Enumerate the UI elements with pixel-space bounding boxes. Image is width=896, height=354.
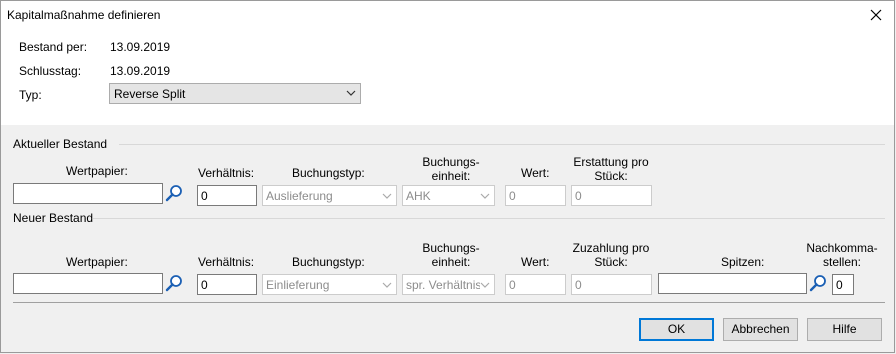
buchungstyp-label: Buchungstyp: bbox=[292, 255, 365, 269]
wert-input-value: 0 bbox=[509, 189, 516, 203]
title-bar: Kapitalmaßnahme definieren bbox=[1, 1, 894, 30]
wert-input[interactable]: 0 bbox=[505, 274, 566, 295]
buchungstyp-label: Buchungstyp: bbox=[292, 166, 365, 180]
nachkommastellen-label-line2: stellen: bbox=[822, 255, 862, 269]
wertpapier-input[interactable] bbox=[13, 273, 163, 294]
wertpapier-label: Wertpapier: bbox=[66, 164, 128, 178]
zuzahlung-input-value: 0 bbox=[575, 278, 582, 292]
wert-input-value: 0 bbox=[509, 278, 516, 292]
buchungseinheit-label-line2: einheit: bbox=[431, 169, 471, 183]
chevron-down-icon bbox=[480, 193, 490, 199]
section-divider bbox=[93, 218, 885, 219]
buchungstyp-select-value: Auslieferung bbox=[266, 189, 333, 203]
buchungseinheit-select-value: AHK bbox=[406, 189, 431, 203]
wert-label: Wert: bbox=[521, 166, 550, 180]
bestand-per-label: Bestand per: bbox=[19, 40, 88, 54]
verhaeltnis-input-value: 0 bbox=[201, 278, 208, 292]
typ-select-value: Reverse Split bbox=[114, 87, 186, 101]
chevron-down-icon bbox=[382, 193, 392, 199]
wertpapier-input[interactable] bbox=[13, 183, 163, 204]
search-icon[interactable] bbox=[809, 274, 827, 292]
verhaeltnis-input[interactable]: 0 bbox=[197, 274, 257, 295]
typ-select[interactable]: Reverse Split bbox=[109, 83, 361, 104]
nachkommastellen-input-value: 0 bbox=[836, 278, 843, 292]
buchungseinheit-select[interactable]: AHK bbox=[402, 185, 495, 206]
buchungstyp-select[interactable]: Einlieferung bbox=[262, 274, 397, 295]
erstattung-label-line1: Erstattung pro bbox=[573, 155, 649, 169]
erstattung-input-value: 0 bbox=[575, 189, 582, 203]
section-divider bbox=[119, 144, 885, 145]
search-icon[interactable] bbox=[165, 274, 183, 292]
zuzahlung-input[interactable]: 0 bbox=[571, 274, 652, 295]
zuzahlung-label-line2: Stück: bbox=[594, 255, 628, 269]
wert-label: Wert: bbox=[521, 255, 550, 269]
buchungseinheit-label: Buchungs- einheit: bbox=[421, 155, 481, 183]
hilfe-button[interactable]: Hilfe bbox=[807, 318, 882, 341]
wertpapier-label: Wertpapier: bbox=[66, 255, 128, 269]
nachkommastellen-input[interactable]: 0 bbox=[832, 274, 854, 295]
verhaeltnis-input[interactable]: 0 bbox=[197, 185, 257, 206]
chevron-down-icon bbox=[480, 282, 490, 288]
abbrechen-button[interactable]: Abbrechen bbox=[723, 318, 798, 341]
zuzahlung-label-line1: Zuzahlung pro bbox=[572, 241, 650, 255]
schlusstag-label: Schlusstag: bbox=[19, 64, 82, 78]
verhaeltnis-input-value: 0 bbox=[201, 189, 208, 203]
section-aktueller-bestand: Aktueller Bestand bbox=[13, 137, 108, 151]
dialog-window: Kapitalmaßnahme definieren Bestand per: … bbox=[0, 0, 895, 353]
chevron-down-icon bbox=[382, 282, 392, 288]
erstattung-label: Erstattung pro Stück: bbox=[571, 155, 651, 183]
buchungseinheit-select-value: spr. Verhältnis bbox=[406, 278, 480, 292]
buchungseinheit-label-line1: Buchungs- bbox=[422, 155, 480, 169]
spitzen-label: Spitzen: bbox=[721, 255, 765, 269]
buchungseinheit-label: Buchungs- einheit: bbox=[421, 241, 481, 269]
close-icon[interactable] bbox=[866, 5, 886, 25]
window-title: Kapitalmaßnahme definieren bbox=[7, 8, 161, 22]
buchungseinheit-label-line2: einheit: bbox=[431, 255, 471, 269]
wert-input[interactable]: 0 bbox=[505, 185, 566, 206]
buchungstyp-select[interactable]: Auslieferung bbox=[262, 185, 397, 206]
section-neuer-bestand: Neuer Bestand bbox=[13, 211, 94, 225]
erstattung-input[interactable]: 0 bbox=[571, 185, 652, 206]
bestand-per-value: 13.09.2019 bbox=[110, 40, 171, 54]
verhaeltnis-label: Verhältnis: bbox=[198, 166, 255, 180]
footer-separator bbox=[13, 302, 885, 303]
ok-button[interactable]: OK bbox=[639, 318, 714, 341]
buchungseinheit-select[interactable]: spr. Verhältnis bbox=[402, 274, 495, 295]
spitzen-input[interactable] bbox=[658, 273, 807, 294]
buchungstyp-select-value: Einlieferung bbox=[266, 278, 330, 292]
typ-label: Typ: bbox=[19, 88, 42, 102]
search-icon[interactable] bbox=[165, 184, 183, 202]
schlusstag-value: 13.09.2019 bbox=[110, 64, 171, 78]
zuzahlung-label: Zuzahlung pro Stück: bbox=[571, 241, 651, 269]
nachkommastellen-label-line1: Nachkomma- bbox=[806, 241, 878, 255]
chevron-down-icon bbox=[346, 90, 356, 96]
info-panel: Bestand per: 13.09.2019 Schlusstag: 13.0… bbox=[1, 30, 894, 125]
nachkommastellen-label: Nachkomma- stellen: bbox=[801, 241, 883, 269]
verhaeltnis-label: Verhältnis: bbox=[198, 255, 255, 269]
buchungseinheit-label-line1: Buchungs- bbox=[422, 241, 480, 255]
erstattung-label-line2: Stück: bbox=[594, 169, 628, 183]
